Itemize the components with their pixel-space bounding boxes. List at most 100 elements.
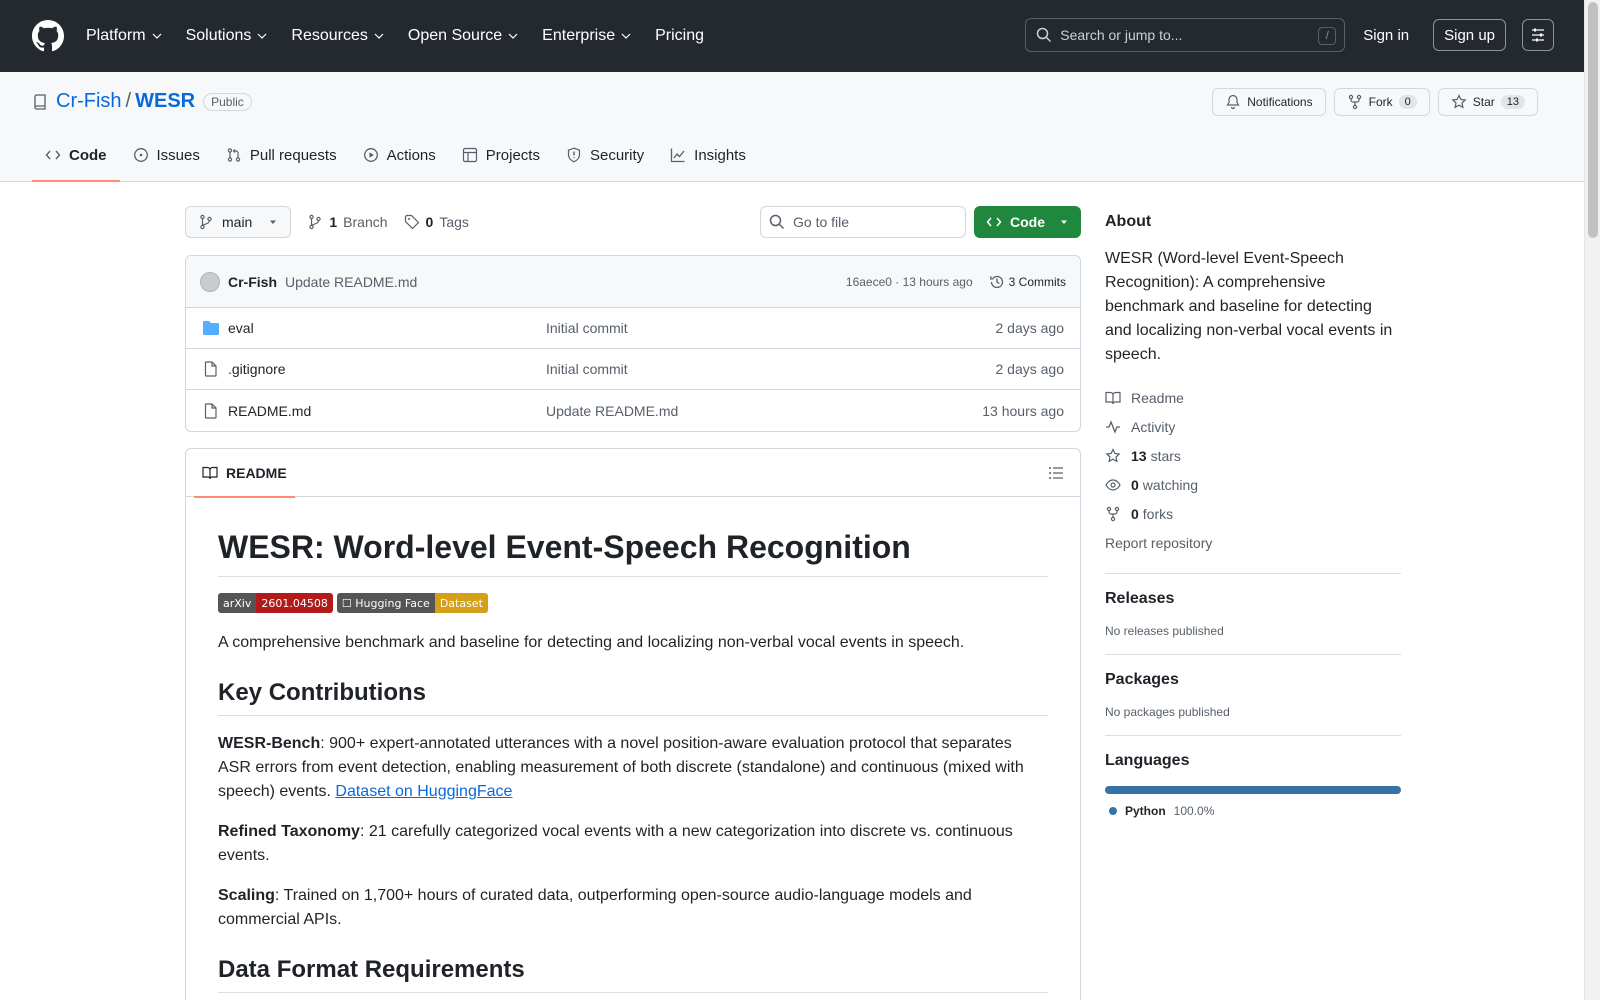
forks-link[interactable]: 0 forks	[1105, 499, 1401, 528]
tab-label: Issues	[156, 146, 200, 164]
code-icon	[986, 217, 1002, 227]
language-item[interactable]: Python 100.0%	[1109, 804, 1401, 818]
go-to-file-placeholder: Go to file	[793, 214, 850, 230]
file-name[interactable]: .gitignore	[228, 361, 546, 377]
file-row[interactable]: eval Initial commit 2 days ago	[186, 308, 1080, 349]
github-logo-icon[interactable]	[32, 20, 64, 52]
fork-label: Fork	[1368, 95, 1393, 109]
file-date: 2 days ago	[995, 320, 1065, 336]
branch-selector[interactable]: main	[185, 206, 292, 238]
nav-label: Resources	[291, 27, 368, 44]
fork-button[interactable]: Fork 0	[1333, 88, 1430, 116]
tab-insights[interactable]: Insights	[657, 129, 759, 181]
nav-resources[interactable]: Resources	[291, 27, 384, 45]
commit-hash-time[interactable]: 16aece0 · 13 hours ago	[846, 275, 973, 289]
watching-link[interactable]: 0 watching	[1105, 470, 1401, 499]
contribution-title: Scaling	[218, 887, 275, 904]
avatar[interactable]	[200, 271, 220, 292]
sign-in-link[interactable]: Sign in	[1363, 27, 1409, 44]
packages-heading[interactable]: Packages	[1105, 671, 1401, 689]
contribution-item: Refined Taxonomy: 21 carefully categoriz…	[218, 820, 1048, 868]
tags-link[interactable]: 0 Tags	[404, 214, 469, 230]
stars-label: stars	[1150, 447, 1181, 464]
tab-code[interactable]: Code	[32, 129, 120, 182]
code-button-label: Code	[1010, 214, 1045, 230]
star-button[interactable]: Star 13	[1437, 88, 1538, 116]
huggingface-badge[interactable]: ☐ Hugging Face Dataset	[336, 593, 488, 613]
releases-heading[interactable]: Releases	[1105, 590, 1401, 608]
scrollbar-thumb[interactable]	[1588, 2, 1598, 238]
readme-tab[interactable]: README	[194, 449, 295, 498]
notifications-label: Notifications	[1247, 95, 1313, 109]
file-commit-message[interactable]: Update README.md	[546, 403, 982, 419]
language-percent: 100.0%	[1173, 804, 1215, 818]
commits-link[interactable]: 3 Commits	[989, 274, 1066, 290]
code-dropdown-button[interactable]: Code	[974, 206, 1081, 238]
tab-label: Insights	[694, 146, 746, 164]
divider	[1105, 573, 1401, 574]
file-row[interactable]: .gitignore Initial commit 2 days ago	[186, 349, 1080, 390]
arxiv-badge[interactable]: arXiv 2601.04508	[218, 593, 333, 613]
notifications-button[interactable]: Notifications	[1212, 88, 1326, 116]
tab-actions[interactable]: Actions	[350, 129, 449, 181]
chevron-down-icon	[374, 33, 384, 39]
file-date: 13 hours ago	[982, 402, 1064, 419]
repo-sidebar: About WESR (Word-level Event-Speech Reco…	[1105, 205, 1401, 818]
tab-security[interactable]: Security	[553, 129, 657, 181]
tag-label: Tags	[439, 214, 469, 230]
file-name[interactable]: eval	[228, 320, 546, 336]
pull-request-icon	[227, 148, 241, 162]
branches-link[interactable]: 1 Branch	[307, 214, 388, 230]
tab-issues[interactable]: Issues	[120, 129, 213, 181]
code-icon	[45, 150, 61, 160]
repo-name-link[interactable]: WESR	[135, 90, 195, 113]
go-to-file-input[interactable]: Go to file	[760, 206, 966, 238]
tab-pull-requests[interactable]: Pull requests	[213, 129, 350, 181]
repo-actions: Notifications Fork 0 Star 13	[1212, 88, 1538, 116]
global-header: Platform Solutions Resources Open Source…	[0, 0, 1600, 72]
readme-header: README	[186, 449, 1080, 498]
nav-enterprise[interactable]: Enterprise	[542, 27, 631, 45]
file-row[interactable]: README.md Update README.md 13 hours ago	[186, 390, 1080, 431]
readme-panel: README WESR: Word-level Event-Speech Rec…	[185, 448, 1081, 1000]
file-name[interactable]: README.md	[228, 403, 546, 419]
nav-platform[interactable]: Platform	[86, 27, 162, 45]
list-icon[interactable]	[1048, 465, 1064, 481]
nav-label: Open Source	[407, 27, 503, 44]
file-commit-message[interactable]: Initial commit	[546, 361, 996, 377]
page-scrollbar[interactable]	[1584, 0, 1600, 1000]
commit-message[interactable]: Update README.md	[285, 274, 417, 290]
star-label: Star	[1472, 95, 1495, 109]
search-input[interactable]: Search or jump to... /	[1025, 18, 1346, 52]
nav-open-source[interactable]: Open Source	[408, 27, 518, 45]
nav-pricing[interactable]: Pricing	[655, 27, 704, 45]
stars-link[interactable]: 13 stars	[1105, 441, 1401, 470]
repo-owner-link[interactable]: Cr-Fish	[56, 90, 122, 113]
packages-empty-text: No packages published	[1105, 705, 1230, 719]
readme-link[interactable]: Readme	[1105, 383, 1401, 412]
file-navigation: main 1 Branch 0 Tags Go to file Code	[185, 205, 1081, 239]
branch-icon	[309, 214, 322, 230]
tab-projects[interactable]: Projects	[449, 129, 553, 181]
file-commit-message[interactable]: Initial commit	[546, 320, 996, 336]
forks-count: 0	[1131, 505, 1139, 522]
caret-down-icon	[270, 220, 277, 224]
commit-author[interactable]: Cr-Fish	[228, 274, 277, 290]
header-actions: Search or jump to... / Sign in Sign up	[1025, 18, 1554, 52]
history-icon	[989, 275, 1003, 288]
commit-count: 3 Commits	[1008, 274, 1066, 289]
report-repository-link[interactable]: Report repository	[1105, 528, 1401, 557]
tab-label: Security	[589, 146, 645, 164]
branch-label: Branch	[343, 214, 388, 230]
bell-icon	[1226, 94, 1240, 110]
latest-commit-bar: Cr-Fish Update README.md 16aece0 · 13 ho…	[186, 256, 1080, 308]
dataset-link[interactable]: Dataset on HuggingFace	[335, 783, 512, 800]
menu-button[interactable]	[1522, 19, 1554, 51]
star-icon	[1451, 94, 1467, 109]
nav-solutions[interactable]: Solutions	[186, 27, 268, 45]
contribution-item: WESR-Bench: 900+ expert-annotated uttera…	[218, 732, 1048, 804]
tag-count: 0	[425, 214, 434, 230]
sign-up-button[interactable]: Sign up	[1433, 19, 1506, 51]
activity-link[interactable]: Activity	[1105, 412, 1401, 441]
stars-count: 13	[1131, 447, 1147, 464]
